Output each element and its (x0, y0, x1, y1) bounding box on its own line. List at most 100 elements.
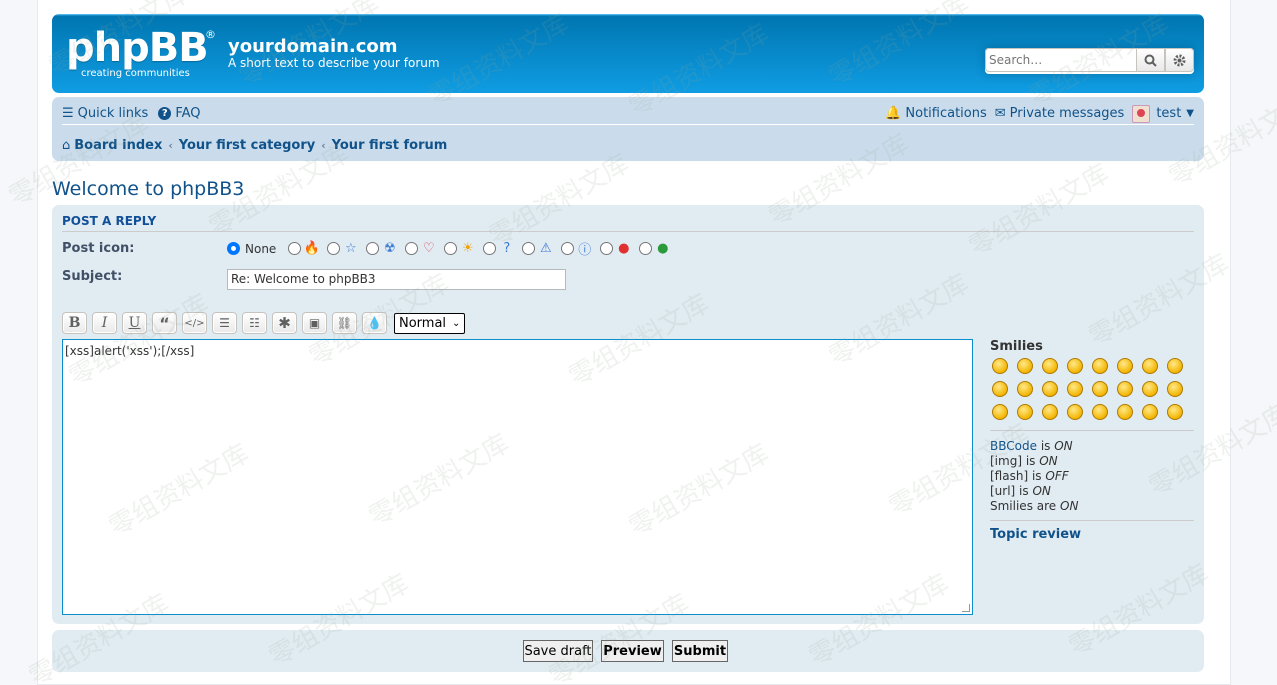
smiley-icon[interactable] (1142, 404, 1158, 420)
save-draft-button[interactable]: Save draft (523, 640, 593, 662)
radio-selected[interactable] (227, 242, 240, 255)
bbcode-status: BBCode is ON (990, 439, 1194, 454)
search-input[interactable] (985, 48, 1136, 72)
list-item-button[interactable]: ✱ (272, 312, 297, 334)
color-button[interactable]: 💧 (362, 312, 387, 334)
post-icon-radio[interactable] (522, 242, 536, 255)
form-header: POST A REPLY (62, 214, 1194, 232)
smiley-icon[interactable] (1092, 381, 1108, 397)
smiley-icon[interactable] (1092, 358, 1108, 374)
smiley-icon[interactable] (1092, 404, 1108, 420)
heart-icon: ♡ (422, 241, 435, 256)
quick-links-label: Quick links (77, 106, 149, 121)
link-icon: ⛓ (336, 316, 353, 330)
smiley-icon[interactable] (1117, 381, 1133, 397)
smiley-icon[interactable] (1017, 381, 1033, 397)
page-title[interactable]: Welcome to phpBB3 (52, 178, 244, 200)
smiley-icon[interactable] (1142, 358, 1158, 374)
smiley-icon[interactable] (1167, 381, 1183, 397)
smiley-icon[interactable] (992, 358, 1008, 374)
star-icon: ☆ (344, 241, 357, 256)
post-icon-radio[interactable] (288, 242, 302, 255)
post-icon-radio[interactable] (327, 242, 341, 255)
post-icon-radio[interactable] (444, 242, 458, 255)
breadcrumb-forum[interactable]: Your first forum (332, 138, 448, 153)
smiley-icon[interactable] (1067, 381, 1083, 397)
image-button[interactable]: ▣ (302, 312, 327, 334)
search-icon (1144, 54, 1157, 67)
advanced-search-button[interactable] (1165, 48, 1194, 72)
smiley-icon[interactable] (992, 404, 1008, 420)
private-messages-label: Private messages (1009, 106, 1125, 121)
breadcrumb-category[interactable]: Your first category (179, 138, 316, 153)
navbar: ☰ Quick links ? FAQ 🔔 Notifications ✉ Pr… (52, 97, 1204, 161)
post-icon-radio[interactable] (483, 242, 497, 255)
private-messages-link[interactable]: ✉ Private messages (995, 106, 1125, 121)
code-button[interactable]: </> (182, 312, 207, 334)
quick-links-menu[interactable]: ☰ Quick links (62, 106, 148, 121)
img-state: ON (1039, 454, 1058, 468)
question-circle-icon: ? (158, 107, 172, 120)
preview-button[interactable]: Preview (601, 640, 664, 662)
nav-user-area: 🔔 Notifications ✉ Private messages test … (877, 104, 1194, 123)
post-icon-label: Post icon: (62, 241, 135, 256)
registered-mark: ® (205, 28, 216, 41)
topic-review-link[interactable]: Topic review (990, 520, 1194, 542)
home-icon: ⌂ (62, 137, 71, 153)
post-icon-none-option[interactable]: None (227, 242, 284, 256)
question-icon: ? (503, 241, 511, 256)
smiley-icon[interactable] (1117, 404, 1133, 420)
inbox-icon: ✉ (994, 106, 1006, 121)
resize-handle[interactable] (962, 604, 970, 612)
ordered-list-button[interactable]: ☷ (242, 312, 267, 334)
post-icon-radio[interactable] (405, 242, 419, 255)
caret-down-icon: ▼ (1186, 108, 1194, 119)
bbcode-link[interactable]: BBCode (990, 439, 1037, 453)
post-icon-radio[interactable] (600, 242, 614, 255)
smiley-icon[interactable] (1017, 358, 1033, 374)
quote-button[interactable]: “ (152, 312, 177, 334)
chevron-down-icon: ⌄ (452, 317, 461, 329)
smilies-label: Smilies are (990, 499, 1057, 513)
user-menu[interactable]: test ▼ (1132, 104, 1194, 123)
font-size-select[interactable]: Normal ⌄ (394, 312, 466, 334)
alert-icon: ● (618, 241, 630, 256)
message-text: [xss]alert('xss');[/xss] (65, 344, 195, 358)
link-button[interactable]: ⛓ (332, 312, 357, 334)
search-box (985, 48, 1194, 74)
info-icon: ⓘ (578, 243, 592, 258)
quote-icon: “ (159, 313, 170, 333)
smiley-icon[interactable] (992, 381, 1008, 397)
smiley-icon[interactable] (1042, 381, 1058, 397)
faq-link[interactable]: ? FAQ (158, 106, 201, 121)
smiley-icon[interactable] (1017, 404, 1033, 420)
post-icon-radio[interactable] (561, 242, 575, 255)
nav-top-row: ☰ Quick links ? FAQ 🔔 Notifications ✉ Pr… (62, 104, 1194, 125)
phpbb-logo[interactable]: phpBB ® creating communities (66, 25, 216, 79)
notifications-link[interactable]: 🔔 Notifications (885, 106, 987, 121)
smiley-icon[interactable] (1042, 404, 1058, 420)
underline-button[interactable]: U (122, 312, 147, 334)
subject-input[interactable]: Re: Welcome to phpBB3 (227, 269, 566, 290)
breadcrumb-board-index[interactable]: Board index (74, 138, 162, 153)
message-textarea[interactable]: [xss]alert('xss');[/xss] (62, 339, 973, 615)
gear-icon (1173, 54, 1186, 66)
smiley-icon[interactable] (1167, 358, 1183, 374)
asterisk-icon: ✱ (278, 314, 291, 332)
post-icon-radio[interactable] (639, 242, 653, 255)
ordered-list-icon: ☷ (249, 316, 260, 330)
logo-text: phpBB (66, 25, 209, 71)
smiley-icon[interactable] (1067, 358, 1083, 374)
post-icon-radio[interactable] (366, 242, 380, 255)
list-button[interactable]: ☰ (212, 312, 237, 334)
smiley-icon[interactable] (1067, 404, 1083, 420)
search-button[interactable] (1136, 48, 1165, 72)
smiley-icon[interactable] (1117, 358, 1133, 374)
bold-button[interactable]: B (62, 312, 87, 334)
italic-button[interactable]: I (92, 312, 117, 334)
smiley-icon[interactable] (1167, 404, 1183, 420)
smiley-icon[interactable] (1142, 381, 1158, 397)
submit-button[interactable]: Submit (672, 640, 728, 662)
smiley-icon[interactable] (1042, 358, 1058, 374)
subject-label: Subject: (62, 269, 123, 284)
